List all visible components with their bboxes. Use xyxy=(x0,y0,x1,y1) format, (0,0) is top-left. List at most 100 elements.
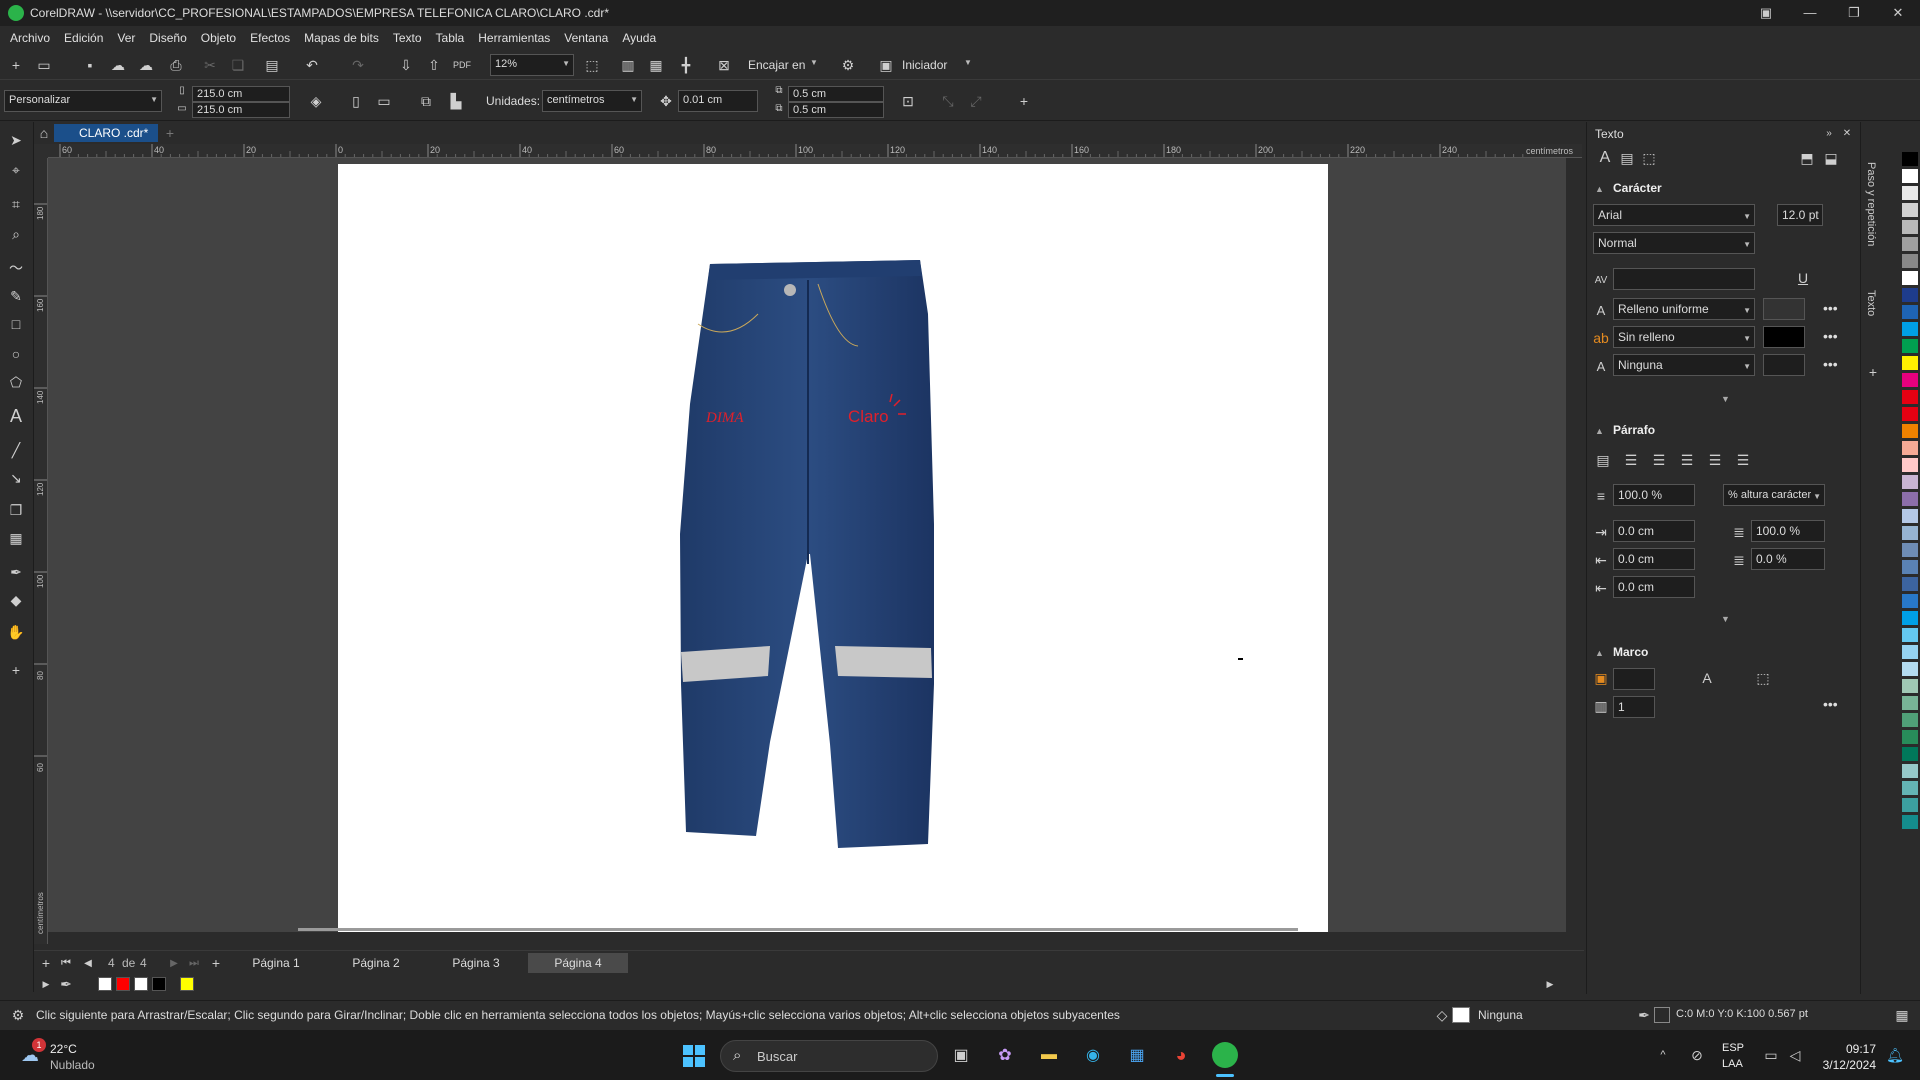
options-gear-icon[interactable]: ⚙ xyxy=(838,55,858,75)
nudge-distance-field[interactable]: 0.01 cm xyxy=(678,90,758,112)
current-page-icon[interactable]: ⧉ xyxy=(416,91,436,111)
horizontal-scrollbar[interactable] xyxy=(298,928,1298,931)
vertical-align-icon[interactable]: A xyxy=(1697,668,1717,688)
palette-swatch[interactable] xyxy=(1902,543,1918,557)
minimize-button[interactable]: — xyxy=(1788,0,1832,26)
palette-swatch[interactable] xyxy=(1902,526,1918,540)
cloud-upload-icon[interactable]: ☁ xyxy=(108,55,128,75)
fill-type-select[interactable]: Relleno uniforme ▼ xyxy=(1613,298,1755,320)
shape-tool-icon[interactable]: ⌖ xyxy=(6,160,26,180)
horizontal-ruler[interactable]: 60 40 20 0 20 40 60 80 100 120 140 160 180 200 220 240 c… xyxy=(48,144,1582,158)
network-icon[interactable]: ⊘ xyxy=(1686,1044,1708,1066)
ruler-origin-icon[interactable] xyxy=(34,144,48,158)
save-icon[interactable]: ▪ xyxy=(80,55,100,75)
edge-browser-icon[interactable]: ◉ xyxy=(1082,1044,1104,1066)
fill-color-picker[interactable] xyxy=(1763,298,1805,320)
cut-icon[interactable]: ✂ xyxy=(200,55,220,75)
show-grid-icon[interactable]: ▦ xyxy=(646,55,666,75)
full-screen-icon[interactable]: ▥ xyxy=(618,55,638,75)
vertical-ruler[interactable]: 180 160 140 120 100 80 60 centímetros xyxy=(34,144,48,944)
palette-swatch[interactable] xyxy=(1902,441,1918,455)
font-family-select[interactable]: Arial ▼ xyxy=(1593,204,1755,226)
chevron-down-icon[interactable]: ▼ xyxy=(810,58,818,67)
left-indent-field[interactable]: 0.0 cm xyxy=(1613,548,1695,570)
character-tab-icon[interactable]: A xyxy=(1595,148,1615,168)
polygon-tool-icon[interactable]: ⬠ xyxy=(6,372,26,392)
palette-swatch[interactable] xyxy=(1902,577,1918,591)
palette-swatch[interactable] xyxy=(1902,645,1918,659)
palette-swatch[interactable] xyxy=(1902,781,1918,795)
align-none-icon[interactable]: ▤ xyxy=(1593,450,1613,470)
treat-as-filled-icon[interactable]: ⤡ xyxy=(938,91,958,111)
add-page-before-icon[interactable]: + xyxy=(36,953,56,973)
character-expand-icon[interactable]: ▼ xyxy=(1721,394,1730,404)
palette-swatch[interactable] xyxy=(1902,237,1918,251)
first-line-indent-field[interactable]: 0.0 cm xyxy=(1613,520,1695,542)
edit-anchor-icon[interactable]: ⤢ xyxy=(966,91,986,111)
rectangle-tool-icon[interactable]: □ xyxy=(6,314,26,334)
page-paper[interactable]: DIMA Claro xyxy=(338,164,1328,932)
freehand-tool-icon[interactable]: 〜 xyxy=(6,258,26,278)
document-tab[interactable]: CLARO .cdr* xyxy=(54,124,158,142)
swatch-yellow[interactable] xyxy=(180,977,194,991)
pdf-icon[interactable]: PDF xyxy=(452,55,472,75)
menu-diseno[interactable]: Diseño xyxy=(149,31,186,45)
last-page-icon[interactable]: ⏭ xyxy=(184,953,204,973)
kerning-field[interactable] xyxy=(1613,268,1755,290)
chevron-down-icon[interactable]: ▼ xyxy=(964,58,972,67)
palette-swatch[interactable] xyxy=(1902,424,1918,438)
paragraph-tab-icon[interactable]: ▤ xyxy=(1617,148,1637,168)
right-indent-field[interactable]: 0.0 cm xyxy=(1613,576,1695,598)
taskbar-search-box[interactable]: ⌕ Buscar xyxy=(720,1040,938,1072)
transparency-tool-icon[interactable]: ▦ xyxy=(6,528,26,548)
palette-swatch[interactable] xyxy=(1902,203,1918,217)
frame-more-icon[interactable]: ••• xyxy=(1823,696,1838,712)
import-style-icon[interactable]: ⬒ xyxy=(1797,148,1817,168)
word-spacing-field[interactable]: 0.0 % xyxy=(1751,548,1825,570)
palette-swatch[interactable] xyxy=(1902,696,1918,710)
menu-archivo[interactable]: Archivo xyxy=(10,31,50,45)
page-tab-1[interactable]: Página 1 xyxy=(226,953,326,973)
frame-collapse-icon[interactable]: ▲ xyxy=(1595,648,1604,658)
character-collapse-icon[interactable]: ▲ xyxy=(1595,184,1604,194)
docker-collapse-icon[interactable]: » xyxy=(1819,123,1839,143)
menu-objeto[interactable]: Objeto xyxy=(201,31,236,45)
paragraph-expand-icon[interactable]: ▼ xyxy=(1721,614,1730,624)
language-code[interactable]: ESP xyxy=(1722,1042,1744,1054)
background-color-picker[interactable] xyxy=(1763,326,1805,348)
zoom-tool-icon[interactable]: ⌕ xyxy=(6,224,26,244)
drawing-canvas[interactable]: DIMA Claro xyxy=(48,158,1566,932)
small-mark[interactable] xyxy=(1238,658,1243,660)
pick-tool-icon[interactable]: ➤ xyxy=(6,130,26,150)
palette-swatch[interactable] xyxy=(1902,288,1918,302)
interactive-fill-icon[interactable]: ◆ xyxy=(6,590,26,610)
maximize-button[interactable]: ❐ xyxy=(1832,0,1876,26)
columns-field[interactable]: 1 xyxy=(1613,696,1655,718)
clock-time[interactable]: 09:17 xyxy=(1840,1042,1876,1056)
crop-tool-icon[interactable]: ⌗ xyxy=(6,194,26,214)
align-left-icon[interactable]: ☰ xyxy=(1621,450,1641,470)
palette-swatch[interactable] xyxy=(1902,254,1918,268)
export-style-icon[interactable]: ⬓ xyxy=(1821,148,1841,168)
outline-more-icon[interactable]: ••• xyxy=(1823,356,1838,372)
fill-more-icon[interactable]: ••• xyxy=(1823,300,1838,316)
frame-fit-icon[interactable]: ⬚ xyxy=(1753,668,1773,688)
show-guides-icon[interactable]: ╋ xyxy=(676,55,696,75)
palette-swatch[interactable] xyxy=(1902,798,1918,812)
char-spacing-field[interactable]: 100.0 % xyxy=(1751,520,1825,542)
palette-swatch[interactable] xyxy=(1902,339,1918,353)
page-width-field[interactable]: 215.0 cm xyxy=(192,86,290,102)
palette-swatch[interactable] xyxy=(1902,305,1918,319)
palette-swatch[interactable] xyxy=(1902,356,1918,370)
units-select[interactable]: centímetros ▼ xyxy=(542,90,642,112)
ellipse-tool-icon[interactable]: ○ xyxy=(6,344,26,364)
outline-pen-icon[interactable]: ✒ xyxy=(1634,1005,1654,1025)
cloud-sync-icon[interactable]: ☁ xyxy=(136,55,156,75)
page-tab-2[interactable]: Página 2 xyxy=(326,953,426,973)
chrome-icon[interactable]: ◕ xyxy=(1170,1044,1192,1066)
side-tab-step-repeat[interactable]: Paso y repetición xyxy=(1865,162,1877,246)
add-tool-icon[interactable]: + xyxy=(6,660,26,680)
keyboard-layout[interactable]: LAA xyxy=(1722,1058,1743,1070)
clock-date[interactable]: 3/12/2024 xyxy=(1816,1058,1876,1072)
palette-scroll-right-icon[interactable]: ▶ xyxy=(1540,974,1560,994)
